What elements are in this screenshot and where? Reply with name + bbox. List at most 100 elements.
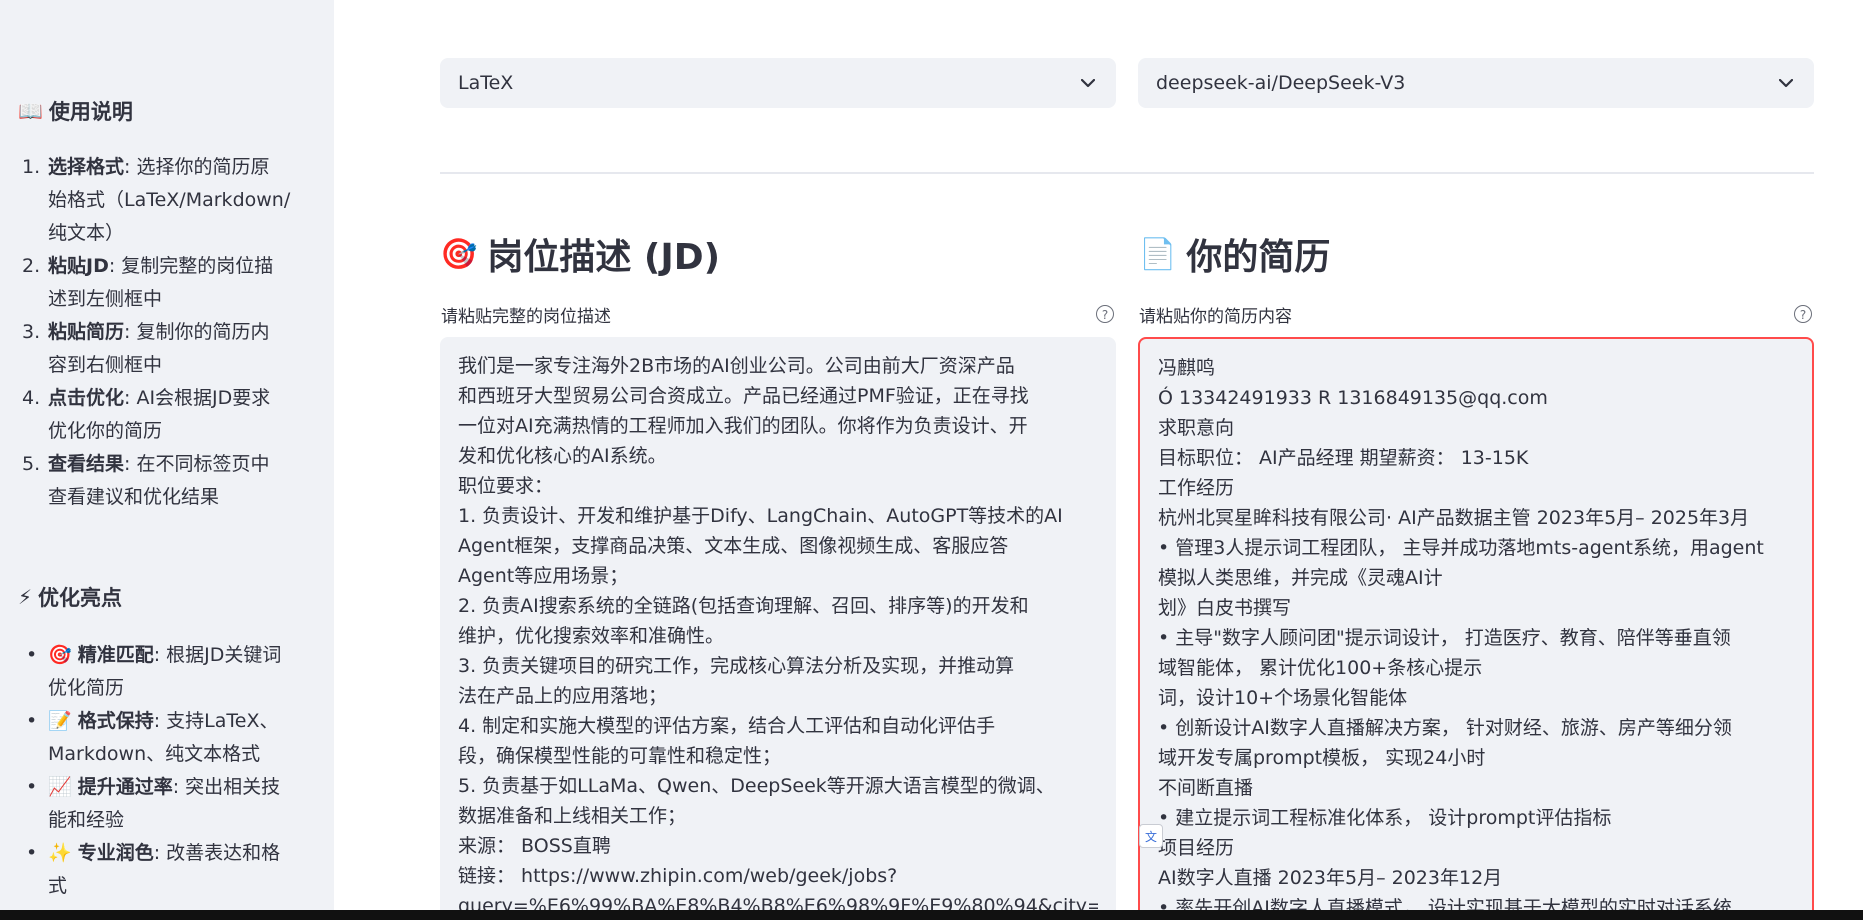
jd-line: 链接： https://www.zhipin.com/web/geek/jobs…: [458, 865, 898, 887]
jd-line: 4. 制定和实施大模型的评估方案，结合人工评估和自动化评估手: [458, 715, 996, 737]
bullet: •: [26, 842, 38, 864]
translate-icon[interactable]: 文: [1139, 824, 1163, 848]
step-title: 点击优化: [48, 387, 125, 409]
bullet: •: [26, 776, 38, 798]
step-title: 查看结果: [48, 453, 125, 475]
highlight-text: : 突出相关技: [172, 776, 281, 798]
jd-line: 段，确保模型性能的可靠性和稳定性；: [458, 745, 782, 767]
highlight-item: • ✨ 专业润色: 改善表达和格式: [22, 837, 312, 903]
step-text: 查看建议和优化结果: [48, 486, 220, 508]
resume-line: 求职意向: [1158, 417, 1235, 439]
jd-line: 5. 负责基于如LLaMa、Qwen、DeepSeek等开源大语言模型的微调、: [458, 775, 1055, 797]
usage-heading: 📖 使用说明: [18, 96, 133, 126]
resume-title: 你的简历: [1186, 237, 1331, 278]
resume-line: 工作经历: [1158, 477, 1235, 499]
resume-line: • 主导"数字人顾问团"提示词设计， 打造医疗、教育、陪伴等垂直领: [1158, 627, 1731, 649]
highlight-emoji-icon: ✨: [48, 842, 72, 864]
lightning-icon: ⚡: [18, 585, 33, 609]
model-select[interactable]: deepseek-ai/DeepSeek-V3: [1138, 58, 1814, 108]
resume-line: 词，设计10+个场景化智能体: [1158, 687, 1408, 709]
highlight-text: : 支持LaTeX、: [153, 710, 279, 732]
resume-line: 模拟人类思维，并完成《灵魂AI计: [1158, 567, 1443, 589]
highlight-item: • 📈 提升通过率: 突出相关技能和经验: [22, 771, 312, 837]
jd-line: 职位要求：: [458, 475, 554, 497]
help-icon[interactable]: ?: [1096, 305, 1114, 323]
resume-line: Ó 13342491933 R 1316849135@qq.com: [1158, 387, 1548, 409]
step-text: 纯文本）: [48, 222, 125, 244]
highlight-text: Markdown、纯文本格式: [48, 743, 261, 765]
divider: [440, 172, 1814, 174]
resume-line: 项目经历: [1158, 837, 1235, 859]
highlight-emoji-icon: 📈: [48, 776, 72, 798]
highlights-heading: ⚡ 优化亮点: [18, 582, 122, 612]
highlight-item: • 🎯 精准匹配: 根据JD关键词 优化简历: [22, 639, 312, 705]
bullet: •: [26, 710, 38, 732]
highlight-text: 式: [48, 875, 68, 897]
resume-line: • 管理3人提示词工程团队， 主导并成功落地mts-agent系统，用agent: [1158, 537, 1764, 559]
highlights-list: • 🎯 精准匹配: 根据JD关键词 优化简历 • 📝 格式保持: 支持LaTeX、 Mar…: [22, 639, 312, 903]
format-select[interactable]: LaTeX: [440, 58, 1116, 108]
step-text: : 选择你的简历原: [124, 156, 270, 178]
highlight-text: 能和经验: [48, 809, 125, 831]
highlight-emoji-icon: 🎯: [48, 644, 72, 666]
highlight-title: 提升通过率: [77, 776, 173, 798]
resume-line: 冯麒鸣: [1158, 357, 1216, 379]
book-icon: 📖: [18, 99, 43, 123]
step-number: 1.: [22, 156, 41, 178]
resume-heading: 📄 你的简历: [1139, 228, 1330, 280]
jd-line: 和西班牙大型贸易公司合资成立。产品已经通过PMF验证，正在寻找: [458, 385, 1029, 407]
resume-textarea[interactable]: 冯麒鸣 Ó 13342491933 R 1316849135@qq.com 求职意向…: [1138, 337, 1814, 920]
jd-line: 3. 负责关键项目的研究工作，完成核心算法分析及实现，并推动算: [458, 655, 1015, 677]
jd-line: 数据准备和上线相关工作；: [458, 805, 687, 827]
chevron-down-icon: [1776, 73, 1796, 93]
jd-title: 岗位描述 (JD): [487, 237, 721, 278]
step-text: 述到左侧框中: [48, 288, 163, 310]
resume-line: • 创新设计AI数字人直播解决方案， 针对财经、旅游、房产等细分领: [1158, 717, 1732, 739]
jd-heading: 🎯 岗位描述 (JD): [440, 228, 720, 280]
jd-line: Agent框架，支撑商品决策、文本生成、图像视频生成、客服应答: [458, 535, 1009, 557]
usage-step: 1. 选择格式: 选择你的简历原 始格式（LaTeX/Markdown/纯文本）: [22, 151, 312, 250]
resume-line: 目标职位： AI产品经理 期望薪资： 13-15K: [1158, 447, 1529, 469]
resume-line: 域智能体， 累计优化100+条核心提示: [1158, 657, 1483, 679]
resume-line: AI数字人直播 2023年5月– 2023年12月: [1158, 867, 1503, 889]
jd-line: 我们是一家专注海外2B市场的AI创业公司。公司由前大厂资深产品: [458, 355, 1015, 377]
step-title: 粘贴简历: [48, 321, 125, 343]
resume-line: 杭州北冥星眸科技有限公司· AI产品数据主管 2023年5月– 2025年3月: [1158, 507, 1750, 529]
usage-step: 3. 粘贴简历: 复制你的简历内 容到右侧框中: [22, 316, 312, 382]
jd-line: 来源： BOSS直聘: [458, 835, 611, 857]
jd-textarea[interactable]: 我们是一家专注海外2B市场的AI创业公司。公司由前大厂资深产品 和西班牙大型贸易公…: [440, 337, 1116, 920]
step-text: : AI会根据JD要求: [124, 387, 271, 409]
highlight-title: 专业润色: [77, 842, 154, 864]
target-icon: 🎯: [440, 236, 478, 272]
jd-label: 请粘贴完整的岗位描述: [441, 307, 611, 327]
document-icon: 📄: [1139, 236, 1177, 272]
step-number: 2.: [22, 255, 41, 277]
help-icon[interactable]: ?: [1794, 305, 1812, 323]
step-number: 5.: [22, 453, 41, 475]
highlight-item: • 📝 格式保持: 支持LaTeX、 Markdown、纯文本格式: [22, 705, 312, 771]
jd-line: 法在产品上的应用落地；: [458, 685, 668, 707]
jd-line: Agent等应用场景；: [458, 565, 629, 587]
resume-line: • 建立提示词工程标准化体系， 设计prompt评估指标: [1158, 807, 1612, 829]
step-number: 4.: [22, 387, 41, 409]
usage-list: 1. 选择格式: 选择你的简历原 始格式（LaTeX/Markdown/纯文本） 2.…: [22, 151, 312, 514]
format-select-value: LaTeX: [458, 72, 514, 94]
step-text: : 复制你的简历内: [124, 321, 270, 343]
highlight-text: : 改善表达和格: [153, 842, 281, 864]
jd-line: 维护，优化搜索效率和准确性。: [458, 625, 725, 647]
chevron-down-icon: [1078, 73, 1098, 93]
sidebar: 📖 使用说明 1. 选择格式: 选择你的简历原 始格式（LaTeX/Markdown…: [0, 0, 334, 920]
resume-line: 域开发专属prompt模板， 实现24小时: [1158, 747, 1486, 769]
usage-step: 2. 粘贴JD: 复制完整的岗位描 述到左侧框中: [22, 250, 312, 316]
resume-line: 划》白皮书撰写: [1158, 597, 1292, 619]
step-text: 始格式（LaTeX/Markdown/: [48, 189, 291, 211]
step-title: 粘贴JD: [48, 255, 109, 277]
resume-line: 不间断直播: [1158, 777, 1254, 799]
step-number: 3.: [22, 321, 41, 343]
jd-line: 发和优化核心的AI系统。: [458, 445, 667, 467]
highlight-title: 精准匹配: [77, 644, 154, 666]
highlight-text: : 根据JD关键词: [153, 644, 282, 666]
jd-line: 1. 负责设计、开发和维护基于Dify、LangChain、AutoGPT等技术…: [458, 505, 1063, 527]
usage-title: 使用说明: [48, 100, 133, 124]
highlight-title: 格式保持: [77, 710, 154, 732]
